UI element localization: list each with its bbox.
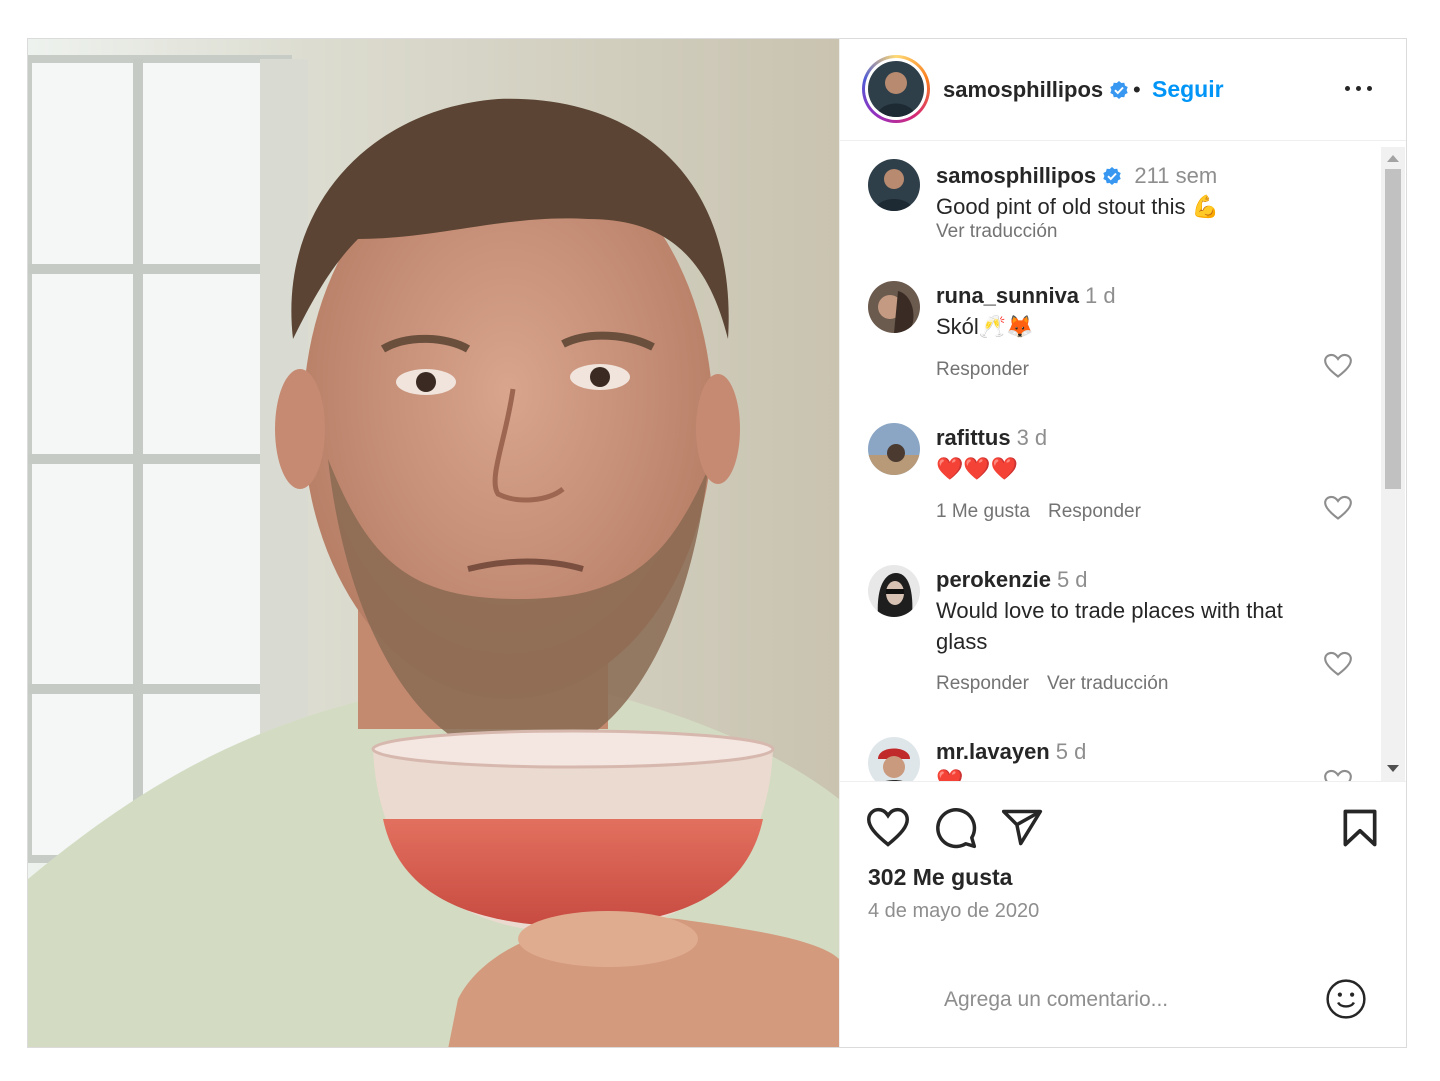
post-side-panel: samosphillipos • Seguir samosphillipos 2… [839,39,1406,1047]
scrollbar-thumb[interactable] [1385,169,1401,489]
selfie-image [28,39,839,1047]
comment-time[interactable]: 3 d [1017,425,1048,450]
scroll-up-arrow-icon[interactable] [1387,155,1399,162]
scroll-down-arrow-icon[interactable] [1387,765,1399,772]
caption-translate: Ver traducción [936,221,1075,243]
heart-icon[interactable] [1324,353,1352,379]
post-date[interactable]: 4 de mayo de 2020 [868,900,1039,923]
add-comment-bar [840,959,1406,1047]
reply-button[interactable]: Responder [1048,501,1141,522]
post-dialog: samosphillipos • Seguir samosphillipos 2… [27,38,1407,1048]
follow-button[interactable]: Seguir [1152,76,1224,103]
more-options-icon[interactable] [1345,86,1375,94]
translate-button[interactable]: Ver traducción [936,221,1057,242]
post-header: samosphillipos • Seguir [840,39,1406,141]
comment-avatar[interactable] [868,281,920,333]
comment-text: ❤️ [936,768,964,781]
comment-time[interactable]: 5 d [1057,567,1088,592]
comment-username[interactable]: perokenzie [936,567,1051,592]
comment-header: runa_sunniva 1 d [936,283,1116,309]
comment-actions: Responder [936,359,1047,381]
verified-icon [1103,167,1121,185]
author-avatar[interactable] [862,55,930,123]
bookmark-icon[interactable] [1338,806,1382,850]
heart-icon[interactable] [1324,495,1352,521]
heart-icon[interactable] [1324,769,1352,781]
caption-time[interactable]: 211 sem [1134,163,1217,188]
comment-time[interactable]: 1 d [1085,283,1116,308]
comment-text: Skól🥂🦊 [936,314,1034,339]
author-username-text[interactable]: samosphillipos [943,77,1103,102]
heart-icon[interactable] [1324,651,1352,677]
separator-dot: • [1133,77,1141,102]
comment-username[interactable]: runa_sunniva [936,283,1079,308]
caption-header: samosphillipos 211 sem [936,163,1217,189]
comments-scrollbar[interactable] [1381,147,1405,781]
post-actions: 302 Me gusta 4 de mayo de 2020 [840,781,1406,942]
caption-text: Good pint of old stout this 💪 [936,194,1219,219]
comment-header: rafittus 3 d [936,425,1047,451]
caption-avatar[interactable] [868,159,920,211]
comment-text: ❤️❤️❤️ [936,456,1019,481]
reply-button[interactable]: Responder [936,359,1029,380]
comment-header: perokenzie 5 d [936,567,1088,593]
verified-icon [1110,81,1128,99]
comment-avatar[interactable] [868,737,920,781]
comment-icon[interactable] [934,806,978,850]
likes-count[interactable]: 302 Me gusta [868,864,1012,891]
comment-actions: 1 Me gusta Responder [936,501,1159,523]
comment-text: Would love to trade places with that gla… [936,598,1283,654]
reply-button[interactable]: Responder [936,673,1029,694]
comment-username[interactable]: mr.lavayen [936,739,1050,764]
heart-icon[interactable] [866,806,910,850]
emoji-icon[interactable] [1325,978,1367,1020]
likes-count-link[interactable]: 1 Me gusta [936,501,1030,522]
comment-input[interactable] [942,982,1316,1018]
comment-header: mr.lavayen 5 d [936,739,1086,765]
share-icon[interactable] [1000,806,1044,850]
comment-avatar[interactable] [868,423,920,475]
comment-time[interactable]: 5 d [1056,739,1087,764]
comments-list[interactable]: samosphillipos 211 sem Good pint of old … [840,141,1406,781]
comment-actions: Responder Ver traducción [936,673,1186,695]
caption-username[interactable]: samosphillipos [936,163,1096,188]
author-username[interactable]: samosphillipos [943,77,1129,103]
comment-username[interactable]: rafittus [936,425,1011,450]
comment-avatar[interactable] [868,565,920,617]
post-photo [28,39,839,1047]
translate-button[interactable]: Ver traducción [1047,673,1168,694]
